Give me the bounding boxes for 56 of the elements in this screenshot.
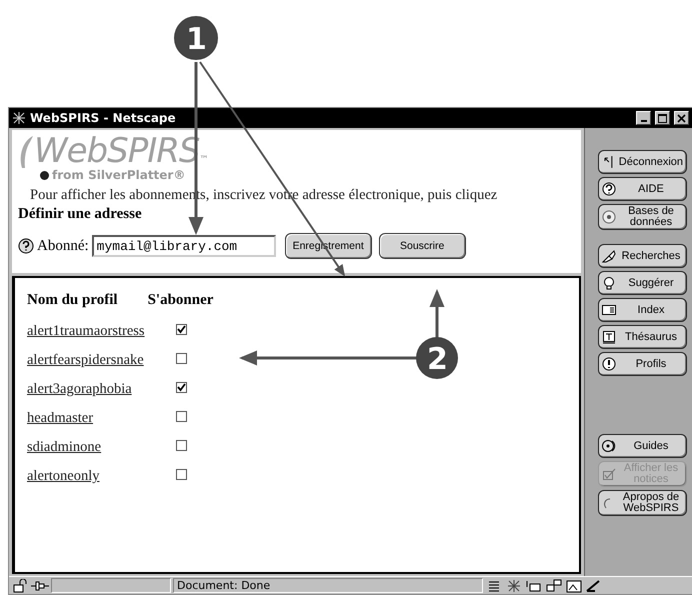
status-text: Document: Done <box>177 579 272 592</box>
alert-icon <box>602 357 616 371</box>
minimize-button[interactable] <box>636 111 651 125</box>
lock-icon[interactable] <box>11 578 29 592</box>
column-header: Nom du profil <box>27 292 119 310</box>
subscribe-checkbox[interactable] <box>176 469 187 480</box>
window-title: WebSPIRS - Netscape <box>30 111 177 125</box>
subscribe-checkbox[interactable] <box>176 440 187 451</box>
sidebar-button[interactable]: Apropos de WebSPIRS <box>598 490 687 516</box>
email-field[interactable]: mymail@library.com <box>92 235 276 257</box>
section-title: Définir une adresse <box>18 206 143 223</box>
subscriber-label: Abonné: <box>37 238 89 254</box>
plug-icon[interactable] <box>31 578 49 592</box>
index-card-icon <box>602 303 616 317</box>
discs-icon <box>602 439 616 453</box>
close-button[interactable] <box>674 111 689 125</box>
column-header: S'abonner <box>148 292 214 310</box>
sidebar-button[interactable]: Thésaurus <box>598 325 687 349</box>
netscape-logo-icon <box>12 111 26 125</box>
close-icon <box>677 114 686 122</box>
maximize-button[interactable] <box>655 111 670 125</box>
profile-link[interactable]: alert1traumaorstress <box>27 323 145 339</box>
subscribe-button[interactable]: Souscrire <box>378 233 466 259</box>
subscribe-checkbox[interactable] <box>176 382 187 393</box>
checkbox-icon <box>602 467 616 481</box>
flashlight-icon <box>602 249 616 263</box>
help-icon[interactable] <box>18 238 34 254</box>
maximize-icon <box>658 114 667 122</box>
logo-tagline: from SilverPlatter® <box>52 168 186 182</box>
sidebar-button[interactable]: Profils <box>598 352 687 376</box>
profile-link[interactable]: alertoneonly <box>27 468 100 484</box>
ball-icon <box>40 170 49 180</box>
sidebar-button[interactable]: Déconnexion <box>598 150 687 174</box>
sidebar-button[interactable]: Index <box>598 298 687 322</box>
callout-arrow <box>430 289 444 340</box>
sidebar-button[interactable]: Suggérer <box>598 271 687 295</box>
disc-icon <box>602 210 616 224</box>
callout-badge: 1 <box>174 16 218 60</box>
subscribe-checkbox[interactable] <box>176 353 187 364</box>
sidebar-button[interactable]: AIDE <box>598 177 687 201</box>
swoosh-icon <box>18 134 34 170</box>
callout-badge: 2 <box>416 337 458 379</box>
profile-link[interactable]: alertfearspidersnake <box>27 352 144 368</box>
subscribe-checkbox[interactable] <box>176 324 187 335</box>
subscribe-checkbox[interactable] <box>176 411 187 422</box>
profile-link[interactable]: sdiadminone <box>27 439 102 455</box>
sidebar-button[interactable]: Bases de données <box>598 204 687 230</box>
sidebar-button[interactable]: Guides <box>598 434 687 458</box>
help-icon <box>602 182 616 196</box>
picture-icon[interactable] <box>565 578 583 592</box>
profile-link[interactable]: alert3agoraphobia <box>27 381 132 397</box>
lightbulb-icon <box>602 276 616 290</box>
book-icon <box>602 330 616 344</box>
sidebar-button[interactable]: Recherches <box>598 244 687 268</box>
sparkle-icon[interactable] <box>505 578 523 592</box>
profile-link[interactable]: headmaster <box>27 410 94 426</box>
